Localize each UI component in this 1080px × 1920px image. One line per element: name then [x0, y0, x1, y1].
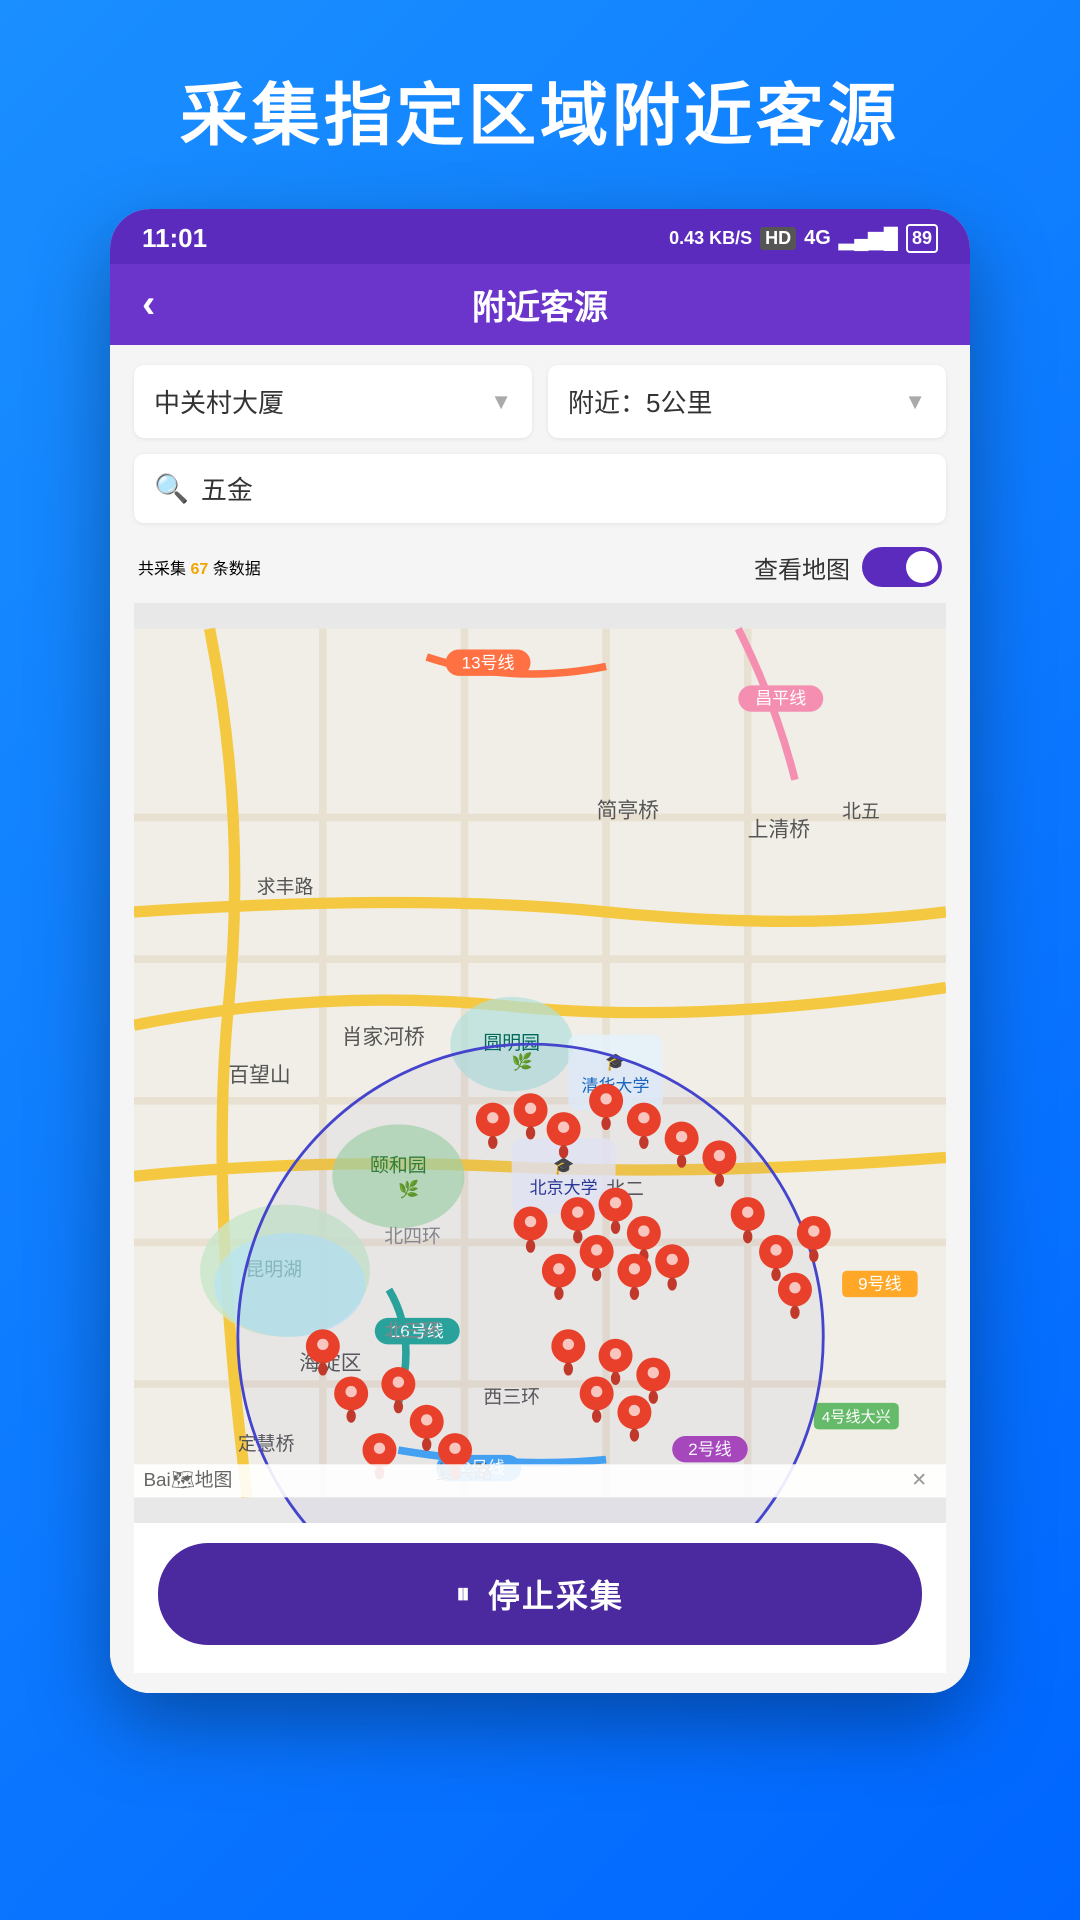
location-select[interactable]: 中关村大厦 ▼: [134, 365, 532, 438]
status-signal-icon: ▂▄▆█: [839, 226, 898, 251]
stats-prefix: 共采集: [138, 561, 186, 578]
svg-text:✕: ✕: [911, 1470, 927, 1491]
svg-text:求丰路: 求丰路: [257, 876, 314, 898]
map-toggle-label: 查看地图: [754, 550, 850, 585]
phone-frame: 11:01 0.43 KB/S HD 4G ▂▄▆█ 89 ‹ 附近客源 中关村…: [110, 209, 970, 1693]
hero-title: 采集指定区域附近客源: [180, 60, 900, 159]
status-bar: 11:01 0.43 KB/S HD 4G ▂▄▆█ 89: [110, 209, 970, 264]
pause-icon: ⏸: [456, 1578, 472, 1611]
stats-count: 67: [190, 561, 208, 578]
svg-text:肖家河桥: 肖家河桥: [342, 1026, 425, 1049]
status-4g: 4G: [804, 227, 831, 250]
status-battery: 89: [906, 224, 938, 253]
content-area: 中关村大厦 ▼ 附近：5公里 ▼ 🔍 五金 共采集 67 条数据 查看地图: [110, 345, 970, 1693]
distance-label: 附近：5公里: [568, 383, 712, 420]
back-button[interactable]: ‹: [142, 282, 155, 327]
chevron-down-icon: ▼: [490, 389, 512, 415]
stop-collect-button[interactable]: ⏸ 停止采集: [158, 1543, 922, 1645]
status-speed: 0.43 KB/S: [669, 228, 752, 249]
stats-row: 共采集 67 条数据 查看地图: [134, 539, 946, 603]
distance-select[interactable]: 附近：5公里 ▼: [548, 365, 946, 438]
map-toggle-area[interactable]: 查看地图: [754, 547, 942, 587]
search-icon: 🔍: [154, 472, 189, 505]
status-time: 11:01: [142, 223, 207, 254]
svg-text:上清桥: 上清桥: [748, 818, 811, 841]
location-label: 中关村大厦: [154, 383, 284, 420]
svg-text:9号线: 9号线: [858, 1275, 901, 1294]
svg-text:4号线大兴: 4号线大兴: [822, 1409, 891, 1426]
svg-text:昌平线: 昌平线: [755, 689, 806, 708]
search-input[interactable]: 五金: [201, 470, 253, 507]
chevron-down-icon: ▼: [904, 389, 926, 415]
bottom-bar: ⏸ 停止采集: [134, 1523, 946, 1673]
map-container: 昆明湖 颐和园 🌿 圆明园 🌿 🎓 清华大学 🎓 北京大学: [134, 603, 946, 1523]
map-toggle-switch[interactable]: [862, 547, 942, 587]
stats-suffix: 条数据: [213, 561, 261, 578]
svg-text:简亭桥: 简亭桥: [597, 800, 660, 823]
page-title: 附近客源: [472, 280, 608, 329]
svg-text:北五: 北五: [842, 801, 880, 823]
status-right: 0.43 KB/S HD 4G ▂▄▆█ 89: [669, 224, 938, 253]
search-bar[interactable]: 🔍 五金: [134, 454, 946, 523]
filter-row: 中关村大厦 ▼ 附近：5公里 ▼: [134, 365, 946, 438]
stop-button-label: 停止采集: [488, 1571, 624, 1617]
svg-text:百望山: 百望山: [228, 1064, 290, 1087]
status-hd: HD: [760, 227, 796, 250]
map-svg: 昆明湖 颐和园 🌿 圆明园 🌿 🎓 清华大学 🎓 北京大学: [134, 603, 946, 1523]
nav-bar: ‹ 附近客源: [110, 264, 970, 345]
svg-text:Bai🗺地图: Bai🗺地图: [143, 1469, 232, 1491]
stats-text: 共采集 67 条数据: [138, 555, 261, 579]
svg-text:13号线: 13号线: [462, 653, 515, 672]
